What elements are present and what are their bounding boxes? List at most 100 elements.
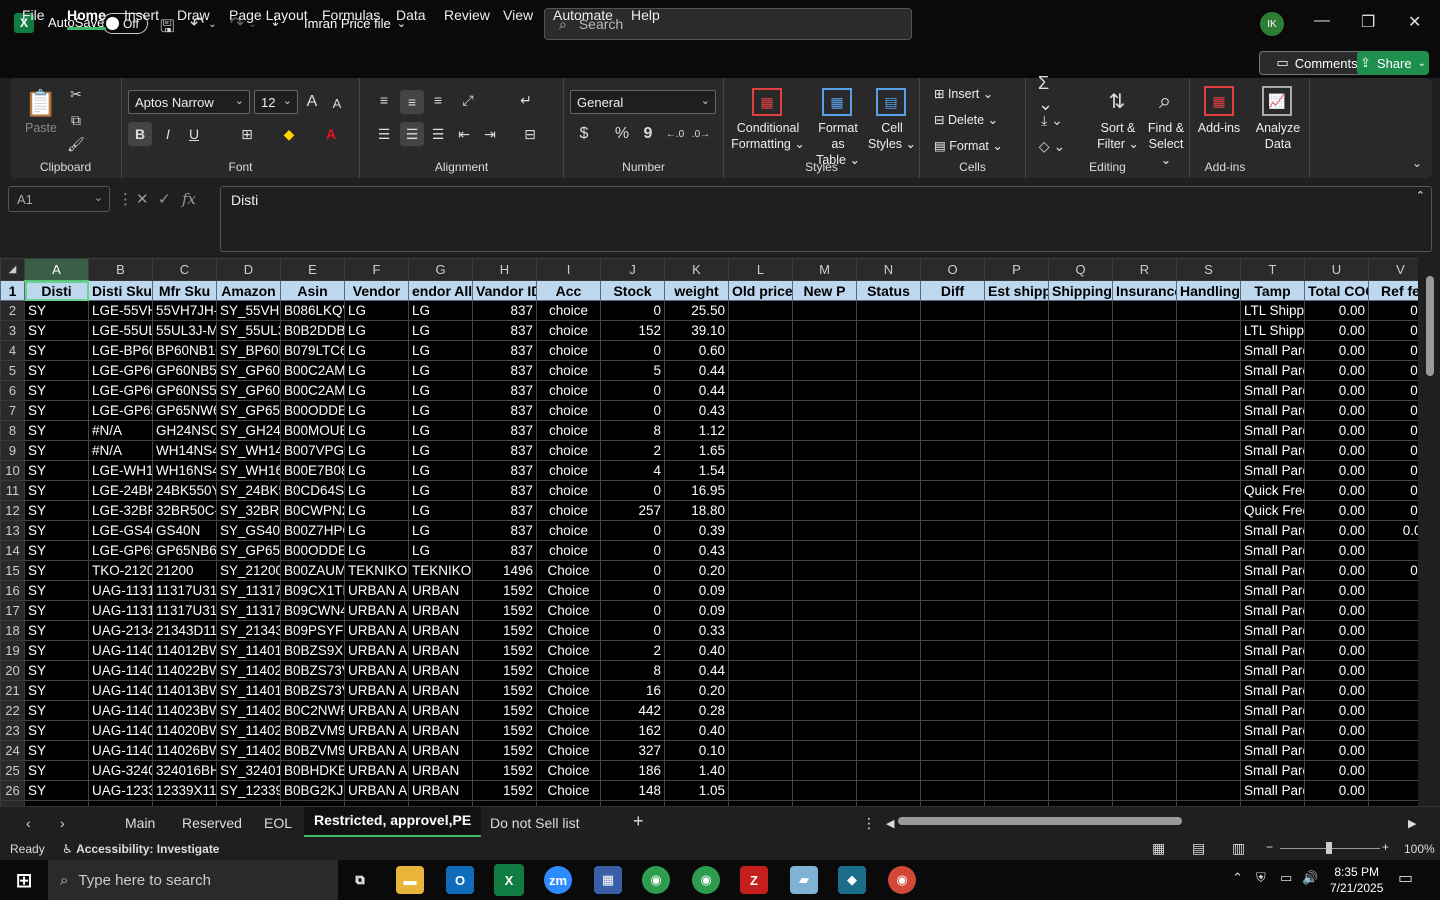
cell[interactable] <box>1048 340 1113 361</box>
cell[interactable]: 186 <box>600 760 665 781</box>
cell[interactable] <box>1048 460 1113 481</box>
cell[interactable] <box>792 420 857 441</box>
cell[interactable]: 0. <box>1368 680 1418 701</box>
cell[interactable]: LG <box>344 540 409 561</box>
cell[interactable] <box>1112 760 1177 781</box>
cell[interactable] <box>1048 580 1113 601</box>
cell[interactable] <box>856 300 921 321</box>
cell[interactable]: SY <box>24 360 89 381</box>
cell[interactable] <box>1176 440 1241 461</box>
copy-icon[interactable]: ⧉ <box>68 112 84 128</box>
cell[interactable] <box>792 440 857 461</box>
tray-security-icon[interactable]: ⛨ <box>1256 870 1266 886</box>
cell[interactable]: B0BG2KJP <box>280 780 345 801</box>
tab-formulas[interactable]: Formulas <box>322 7 380 23</box>
sheet-tab-restricted[interactable]: Restricted, approvel,PE <box>304 807 482 837</box>
row-header[interactable]: 5 <box>0 360 25 381</box>
taskbar-search[interactable]: ⌕ Type here to search <box>48 860 338 900</box>
cell[interactable]: 0. <box>1368 640 1418 661</box>
cell[interactable]: B0BZVM92 <box>280 720 345 741</box>
cell[interactable]: URBAN <box>408 740 473 761</box>
notes-app-icon[interactable]: ▰ <box>790 866 818 894</box>
cell[interactable]: LG <box>344 400 409 421</box>
cell[interactable] <box>984 640 1049 661</box>
cell[interactable] <box>728 600 793 621</box>
addins-button[interactable]: Add-ins <box>1190 120 1248 136</box>
cell[interactable]: LG <box>344 420 409 441</box>
cell[interactable] <box>1176 400 1241 421</box>
comma-style-button[interactable]: 9 <box>638 122 658 146</box>
cell[interactable]: 0.00 <box>1304 300 1369 321</box>
fill-color-icon[interactable]: ◆ <box>278 122 300 146</box>
cell[interactable]: 0.40 <box>664 640 729 661</box>
excel-taskbar-icon[interactable]: X <box>494 864 524 896</box>
cell[interactable] <box>920 400 985 421</box>
row-header[interactable]: 17 <box>0 600 25 621</box>
chrome-icon[interactable]: ◉ <box>642 866 670 894</box>
cell[interactable]: B00MOUB <box>280 420 345 441</box>
cell[interactable] <box>728 360 793 381</box>
cell[interactable]: LG <box>408 380 473 401</box>
tray-network-icon[interactable]: ▭ <box>1280 870 1292 886</box>
cell[interactable] <box>984 340 1049 361</box>
column-header-l[interactable]: L <box>728 258 793 281</box>
minimize-icon[interactable]: — <box>1314 12 1330 30</box>
cell[interactable]: Small Parc <box>1240 640 1305 661</box>
cell[interactable]: GP65NW6 <box>152 400 217 421</box>
cell[interactable]: 0. <box>1368 600 1418 621</box>
column-header-n[interactable]: N <box>856 258 921 281</box>
cell[interactable]: SY <box>24 400 89 421</box>
underline-button[interactable]: U <box>184 122 204 146</box>
cell[interactable] <box>920 620 985 641</box>
cell[interactable] <box>1048 540 1113 561</box>
column-header-m[interactable]: M <box>792 258 857 281</box>
cell[interactable] <box>728 760 793 781</box>
cell[interactable] <box>1112 680 1177 701</box>
cell[interactable]: LG <box>344 300 409 321</box>
cell[interactable]: 1592 <box>472 660 537 681</box>
chrome-profile-icon[interactable]: ◉ <box>692 866 720 894</box>
cell[interactable]: B0CWPN2 <box>280 500 345 521</box>
cell[interactable]: URBAN AR <box>344 760 409 781</box>
cell[interactable]: LG <box>344 460 409 481</box>
cell[interactable]: URBAN <box>408 640 473 661</box>
cell[interactable] <box>856 620 921 641</box>
cell[interactable] <box>1176 660 1241 681</box>
cell[interactable]: 0.43 <box>664 540 729 561</box>
cell[interactable] <box>728 740 793 761</box>
cell[interactable]: 0.00 <box>1304 520 1369 541</box>
cell[interactable] <box>1048 600 1113 621</box>
cell[interactable] <box>792 340 857 361</box>
header-cell[interactable]: Total COG <box>1304 280 1369 301</box>
cell[interactable]: 837 <box>472 460 537 481</box>
cell[interactable]: 55UL3J-M <box>152 320 217 341</box>
cell[interactable] <box>856 540 921 561</box>
cell[interactable]: SY_114020 <box>216 720 281 741</box>
task-view-icon[interactable]: ⧉ <box>346 866 374 894</box>
cell[interactable] <box>1048 560 1113 581</box>
cell[interactable] <box>1048 760 1113 781</box>
select-all-corner[interactable]: ◢ <box>0 258 25 281</box>
cell[interactable]: 1592 <box>472 780 537 801</box>
normal-view-icon[interactable]: ▦ <box>1152 840 1165 857</box>
cell[interactable] <box>728 560 793 581</box>
cell[interactable] <box>920 460 985 481</box>
cell[interactable] <box>920 540 985 561</box>
cell[interactable]: 0 <box>600 540 665 561</box>
cell[interactable]: 0. <box>1368 580 1418 601</box>
align-right-icon[interactable]: ☰ <box>428 122 448 146</box>
cell[interactable] <box>1176 640 1241 661</box>
cell[interactable]: 0.40 <box>664 720 729 741</box>
cell[interactable] <box>792 540 857 561</box>
cell[interactable]: 1.12 <box>664 420 729 441</box>
cell[interactable]: Small Parc <box>1240 760 1305 781</box>
cell[interactable]: 16 <box>600 680 665 701</box>
cell[interactable] <box>728 340 793 361</box>
header-cell[interactable]: Vendor <box>344 280 409 301</box>
cell[interactable] <box>728 440 793 461</box>
tab-home[interactable]: Home <box>67 7 106 30</box>
cell[interactable]: B0BHDKB <box>280 760 345 781</box>
cell[interactable] <box>1112 380 1177 401</box>
cell[interactable]: URBAN <box>408 660 473 681</box>
cell[interactable]: Small Parc <box>1240 780 1305 801</box>
